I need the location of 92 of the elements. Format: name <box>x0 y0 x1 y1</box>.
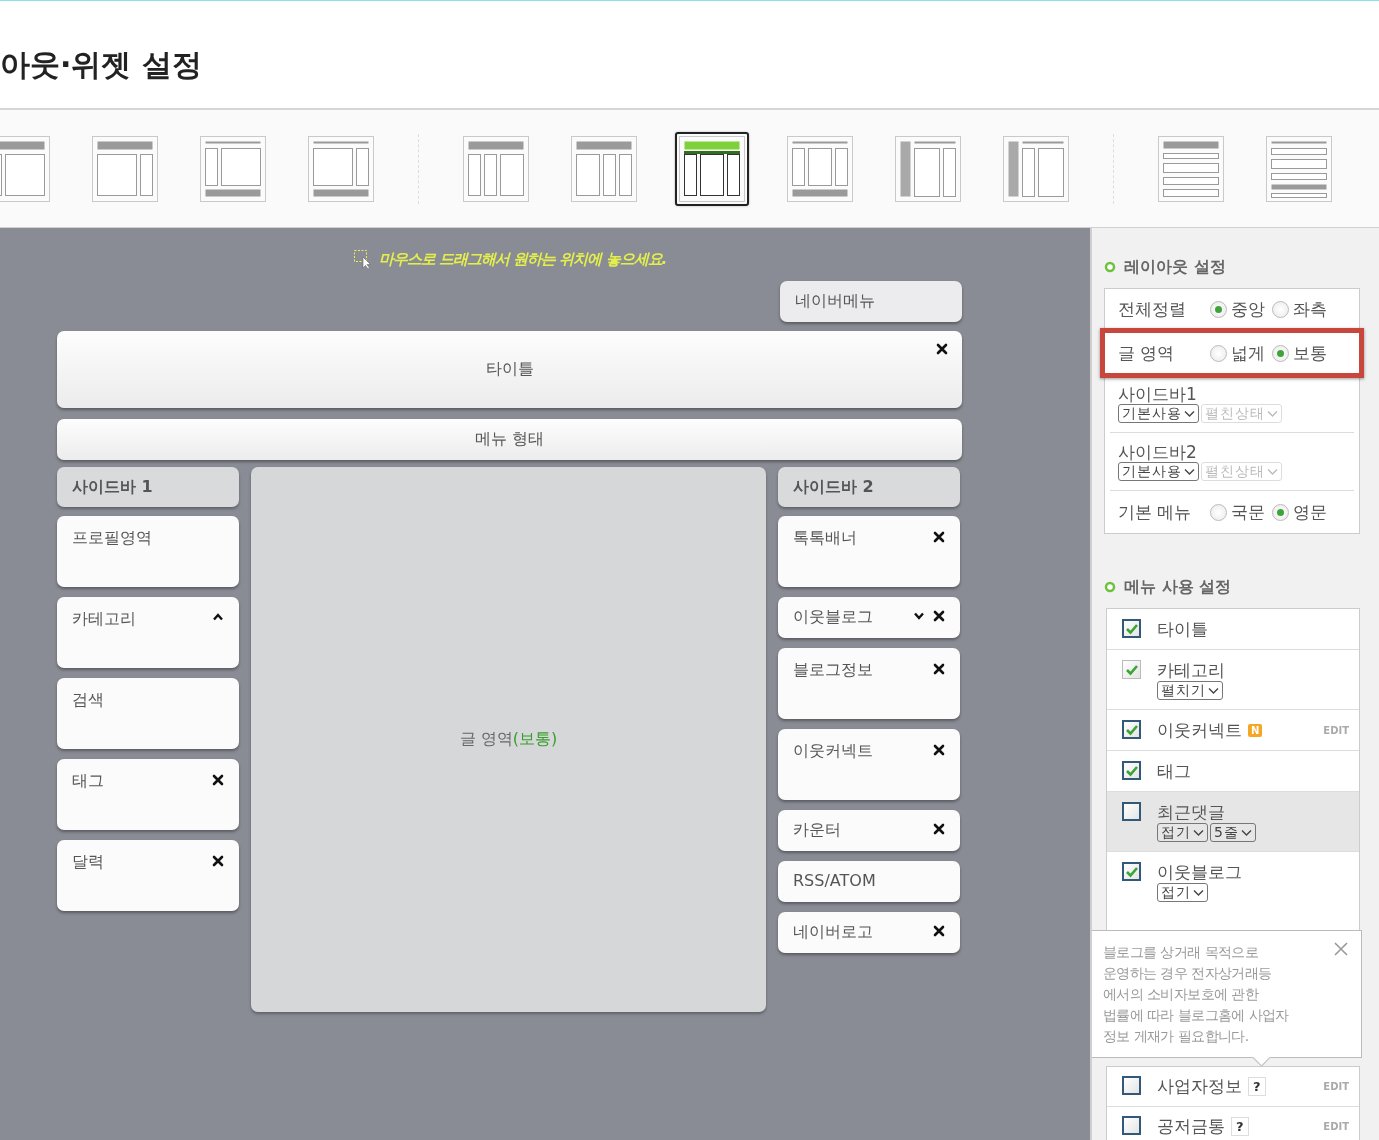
widget-card[interactable]: 네이버로고 <box>778 912 960 953</box>
close-icon[interactable] <box>212 774 224 786</box>
widget-label: 타이틀 <box>485 359 534 380</box>
widget-label: 이웃블로그 <box>793 607 873 628</box>
checkbox[interactable] <box>1122 1116 1141 1135</box>
menu-label: 공저금통 <box>1157 1114 1225 1138</box>
menu-label: 타이틀 <box>1157 617 1208 641</box>
title-widget[interactable]: 타이틀 <box>57 331 962 408</box>
radio-button[interactable] <box>1210 344 1227 362</box>
widget-card[interactable]: 태그 <box>57 759 239 830</box>
close-icon[interactable] <box>933 744 945 756</box>
checkbox[interactable] <box>1122 1076 1141 1095</box>
close-icon[interactable] <box>933 823 945 835</box>
widget-card[interactable]: 카운터 <box>778 810 960 851</box>
widget-card[interactable]: 카테고리 <box>57 597 239 668</box>
widget-card[interactable]: 달력 <box>57 840 239 911</box>
chevron-down-icon[interactable] <box>1184 409 1195 418</box>
bullet-icon <box>1104 581 1116 593</box>
checkbox[interactable] <box>1122 761 1141 780</box>
hint-text: 마우스로 드래그해서 원하는 위치에 놓으세요. <box>378 249 667 269</box>
chevron-up-icon[interactable] <box>212 612 224 622</box>
close-icon[interactable] <box>933 663 945 675</box>
radio-button[interactable] <box>1272 344 1289 362</box>
widget-label: 네이버로고 <box>793 922 873 943</box>
new-badge: N <box>1248 723 1263 737</box>
widget-card[interactable]: 이웃커넥트 <box>778 729 960 800</box>
setting-label: 기본 메뉴 <box>1118 500 1193 524</box>
content-label: 글 영역(보통) <box>459 729 558 750</box>
checkbox[interactable] <box>1122 802 1141 821</box>
widget-label: 달력 <box>72 852 104 873</box>
radio-button[interactable] <box>1210 301 1227 318</box>
radio-button[interactable] <box>1272 503 1289 521</box>
section-title: 레이아웃 설정 <box>1124 256 1226 278</box>
widget-label: 블로그정보 <box>793 660 873 681</box>
drag-cursor-icon <box>352 249 373 269</box>
widget-label: 카운터 <box>793 820 841 841</box>
section-title: 메뉴 사용 설정 <box>1124 576 1232 598</box>
setting-label: 글 영역 <box>1118 341 1176 365</box>
widget-card[interactable]: 블로그정보 <box>778 648 960 719</box>
widget-label: 톡톡배너 <box>793 528 857 549</box>
option-label[interactable]: 중앙 <box>1231 298 1265 321</box>
widget[interactable]: 검색 <box>57 678 239 749</box>
setting-label: 사이드바1 <box>1118 384 1197 404</box>
dropdown[interactable]: 접기 <box>1157 823 1208 842</box>
layout-option[interactable] <box>676 132 748 205</box>
content-area[interactable]: 글 영역(보통) <box>251 467 766 1012</box>
close-icon[interactable] <box>936 343 948 355</box>
tooltip-text: 블로그를 상거래 목적으로 운영하는 경우 전자상거래등 에서의 소비자보호에 관한 법률에 따라 블로그홈에 사업자 정보 게재가 필요합니다. <box>1103 943 1290 1046</box>
dropdown[interactable]: 기본사용 <box>1118 462 1199 481</box>
menu-label: 최근댓글 <box>1157 800 1225 824</box>
checkbox[interactable] <box>1122 862 1141 881</box>
close-icon[interactable] <box>933 925 945 937</box>
setting-label: 사이드바2 <box>1118 442 1197 462</box>
widget-card[interactable]: 이웃블로그 <box>778 597 960 638</box>
help-button[interactable]: ? <box>1231 1116 1249 1136</box>
close-icon[interactable] <box>933 610 945 622</box>
option-label[interactable]: 좌측 <box>1293 298 1327 321</box>
menu-widget[interactable]: 메뉴 형태 <box>57 419 962 460</box>
bullet-icon <box>1104 261 1116 273</box>
help-button[interactable]: ? <box>1248 1076 1266 1096</box>
dropdown[interactable]: 5줄 <box>1210 823 1256 842</box>
menu-label: 이웃커넥트 <box>1157 718 1242 742</box>
dropdown[interactable]: 기본사용 <box>1118 404 1199 423</box>
widget-label: 카테고리 <box>72 609 136 630</box>
radio-button[interactable] <box>1272 301 1289 318</box>
menu-label: 사업자정보 <box>1157 1074 1242 1098</box>
checkbox[interactable] <box>1122 619 1141 638</box>
close-icon[interactable] <box>933 531 945 543</box>
column-header: 사이드바 1 <box>57 467 239 507</box>
page-title: 아웃·위젯 설정 <box>0 46 203 84</box>
widget[interactable]: 프로필영역 <box>57 516 239 587</box>
setting-label: 전체정렬 <box>1118 298 1187 321</box>
menu-label: 이웃블로그 <box>1157 860 1242 884</box>
close-icon[interactable] <box>212 855 224 867</box>
widget[interactable]: RSS/ATOM <box>778 861 960 902</box>
checkbox[interactable] <box>1122 720 1141 739</box>
option-label[interactable]: 영문 <box>1293 500 1327 524</box>
option-label[interactable]: 국문 <box>1231 500 1265 524</box>
chevron-down-icon[interactable] <box>1184 467 1195 476</box>
chevron-down-icon[interactable] <box>1193 888 1204 897</box>
dropdown[interactable]: 접기 <box>1157 883 1208 902</box>
option-label[interactable]: 넓게 <box>1231 341 1265 365</box>
menu-label: 카테고리 <box>1157 658 1225 682</box>
widget-card[interactable]: 톡톡배너 <box>778 516 960 587</box>
widget-label: 이웃커넥트 <box>793 741 873 762</box>
chevron-down-icon[interactable] <box>913 611 925 621</box>
column-header: 사이드바 2 <box>778 467 960 507</box>
widget[interactable]: 네이버메뉴 <box>780 281 962 322</box>
widget-label: 태그 <box>72 771 104 792</box>
option-label[interactable]: 보통 <box>1293 341 1327 365</box>
radio-button[interactable] <box>1210 503 1227 521</box>
menu-label: 태그 <box>1157 759 1191 783</box>
